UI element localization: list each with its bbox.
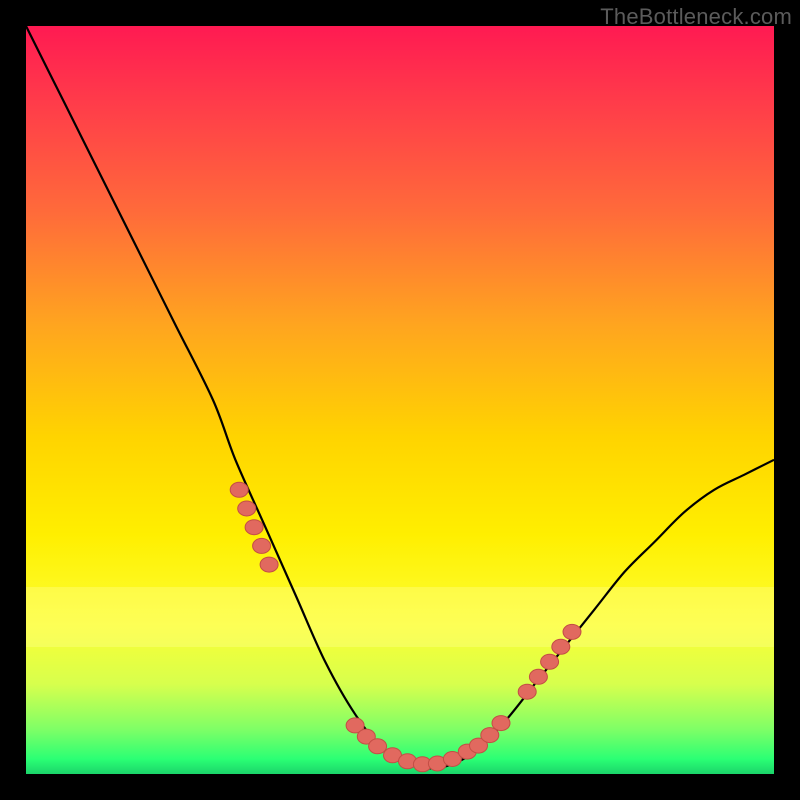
marker-dot <box>238 501 256 516</box>
marker-dot <box>529 669 547 684</box>
marker-dot <box>518 684 536 699</box>
marker-dot <box>253 538 271 553</box>
marker-dot <box>492 716 510 731</box>
marker-dot <box>245 520 263 535</box>
watermark-text: TheBottleneck.com <box>600 4 792 30</box>
marker-dot <box>369 739 387 754</box>
marker-dot <box>230 482 248 497</box>
marker-dot <box>552 639 570 654</box>
plot-area <box>26 26 774 774</box>
bottleneck-curve <box>26 26 774 768</box>
marker-dot <box>260 557 278 572</box>
marker-dot <box>563 624 581 639</box>
chart-frame: TheBottleneck.com <box>0 0 800 800</box>
marker-dot <box>541 654 559 669</box>
curve-layer <box>26 26 774 774</box>
marker-group <box>230 482 581 772</box>
